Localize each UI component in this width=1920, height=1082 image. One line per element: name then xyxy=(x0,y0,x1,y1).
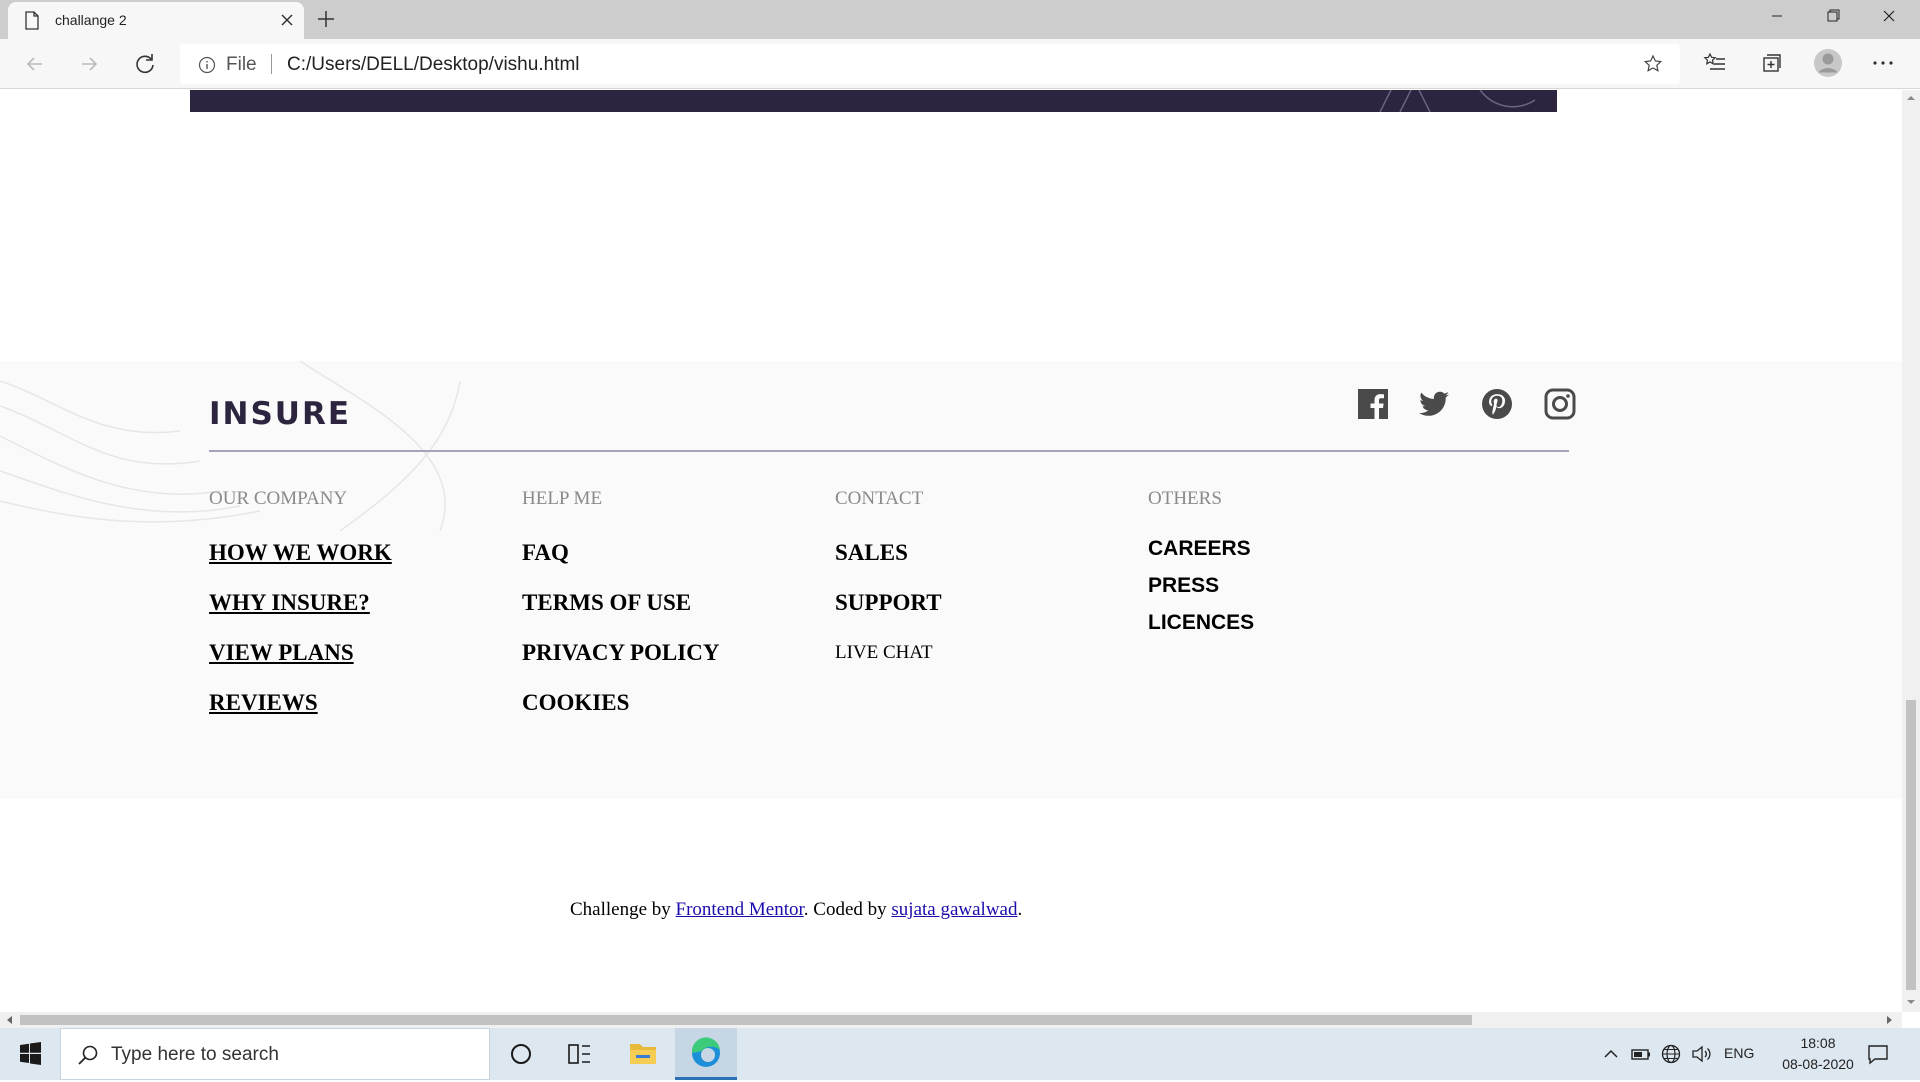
search-placeholder: Type here to search xyxy=(111,1044,279,1065)
pinterest-icon[interactable] xyxy=(1480,387,1514,421)
link-reviews[interactable]: REVIEWS xyxy=(209,678,392,728)
link-press[interactable]: PRESS xyxy=(1148,567,1254,604)
attribution-prefix: Challenge by xyxy=(570,899,676,920)
tab-title: challange 2 xyxy=(55,12,127,28)
column-title: OUR COMPANY xyxy=(209,488,348,509)
clock-time[interactable]: 18:08 xyxy=(1788,1035,1848,1051)
address-bar[interactable]: File C:/Users/DELL/Desktop/vishu.html xyxy=(180,44,1680,84)
tray-chevron-up-icon[interactable] xyxy=(1600,1043,1622,1065)
cta-banner-bottom xyxy=(190,90,1557,112)
frontend-mentor-link[interactable]: Frontend Mentor xyxy=(676,899,804,920)
attribution: Challenge by Frontend Mentor. Coded by s… xyxy=(570,899,1022,921)
footer-logo[interactable]: INSURE xyxy=(209,396,351,432)
link-licences[interactable]: LICENCES xyxy=(1148,604,1254,641)
footer-column-our-company: OUR COMPANY HOW WE WORK WHY INSURE? VIEW… xyxy=(209,488,392,728)
favorites-list-icon[interactable] xyxy=(1702,50,1728,76)
taskbar-search[interactable]: Type here to search xyxy=(60,1028,490,1080)
minimize-icon[interactable] xyxy=(1749,0,1805,32)
browser-toolbar: File C:/Users/DELL/Desktop/vishu.html xyxy=(0,39,1920,89)
column-title: CONTACT xyxy=(835,488,924,509)
more-options-icon[interactable] xyxy=(1870,50,1896,76)
notifications-icon[interactable] xyxy=(1866,1042,1890,1066)
close-icon[interactable] xyxy=(278,11,296,29)
edge-icon xyxy=(691,1037,720,1067)
search-icon xyxy=(78,1045,98,1065)
link-support[interactable]: SUPPORT xyxy=(835,578,942,628)
author-link[interactable]: sujata gawalwad xyxy=(891,899,1017,920)
attribution-middle: . Coded by xyxy=(803,899,892,920)
instagram-icon[interactable] xyxy=(1543,387,1577,421)
task-view-icon[interactable] xyxy=(548,1028,610,1080)
scheme-label: File xyxy=(226,54,257,75)
facebook-icon[interactable] xyxy=(1356,387,1390,421)
address-separator xyxy=(271,54,272,74)
page-viewport: INSURE OUR COMPANY HOW WE WORK WHY INSUR… xyxy=(0,90,1902,1012)
horizontal-scroll-thumb[interactable] xyxy=(20,1015,1472,1025)
link-list: HOW WE WORK WHY INSURE? VIEW PLANS REVIE… xyxy=(209,528,392,728)
vertical-scrollbar[interactable] xyxy=(1902,90,1920,1012)
input-language[interactable]: ENG xyxy=(1724,1045,1754,1061)
attribution-suffix: . xyxy=(1017,899,1023,920)
back-icon[interactable] xyxy=(20,49,50,79)
link-live-chat[interactable]: LIVE CHAT xyxy=(835,628,942,678)
column-title: HELP ME xyxy=(522,488,603,509)
scroll-left-arrow-icon[interactable] xyxy=(5,1015,15,1025)
favorite-star-icon[interactable] xyxy=(1643,54,1663,74)
footer-divider xyxy=(209,450,1569,452)
refresh-icon[interactable] xyxy=(130,49,160,79)
volume-icon[interactable] xyxy=(1690,1043,1712,1065)
battery-icon[interactable] xyxy=(1630,1043,1652,1065)
link-view-plans[interactable]: VIEW PLANS xyxy=(209,628,392,678)
site-footer: INSURE OUR COMPANY HOW WE WORK WHY INSUR… xyxy=(0,361,1902,799)
column-title: OTHERS xyxy=(1148,488,1222,509)
forward-icon[interactable] xyxy=(74,49,104,79)
page-icon xyxy=(25,11,39,30)
link-how-we-work[interactable]: HOW WE WORK xyxy=(209,528,392,578)
link-faq[interactable]: FAQ xyxy=(522,528,719,578)
link-privacy-policy[interactable]: PRIVACY POLICY xyxy=(522,628,719,678)
horizontal-scrollbar[interactable] xyxy=(0,1012,1902,1028)
footer-column-contact: CONTACT SALES SUPPORT LIVE CHAT xyxy=(835,488,942,678)
scroll-down-arrow-icon[interactable] xyxy=(1907,998,1915,1006)
clock-date[interactable]: 08-08-2020 xyxy=(1768,1056,1868,1072)
info-icon[interactable] xyxy=(198,56,216,74)
vertical-scroll-thumb[interactable] xyxy=(1906,700,1916,990)
link-cookies[interactable]: COOKIES xyxy=(522,678,719,728)
browser-tab[interactable]: challange 2 xyxy=(8,2,304,39)
collections-icon[interactable] xyxy=(1759,50,1785,76)
scroll-up-arrow-icon[interactable] xyxy=(1907,94,1915,102)
file-explorer-icon[interactable] xyxy=(612,1028,674,1080)
window-close-icon[interactable] xyxy=(1861,0,1917,32)
edge-taskbar-button[interactable] xyxy=(675,1028,737,1080)
new-tab-icon[interactable] xyxy=(316,9,336,29)
link-terms-of-use[interactable]: TERMS OF USE xyxy=(522,578,719,628)
scroll-right-arrow-icon[interactable] xyxy=(1884,1015,1894,1025)
link-careers[interactable]: CAREERS xyxy=(1148,530,1254,567)
footer-column-help-me: HELP ME FAQ TERMS OF USE PRIVACY POLICY … xyxy=(522,488,719,728)
profile-avatar-icon[interactable] xyxy=(1812,47,1844,79)
restore-icon[interactable] xyxy=(1805,0,1861,32)
banner-pattern xyxy=(1379,90,1536,112)
windows-start-icon[interactable] xyxy=(0,1028,60,1080)
footer-column-others: OTHERS CAREERS PRESS LICENCES xyxy=(1148,488,1254,641)
link-list: CAREERS PRESS LICENCES xyxy=(1148,530,1254,641)
url-text[interactable]: C:/Users/DELL/Desktop/vishu.html xyxy=(287,54,580,76)
tab-strip: challange 2 xyxy=(0,0,1920,39)
network-globe-icon[interactable] xyxy=(1660,1043,1682,1065)
cortana-icon[interactable] xyxy=(490,1028,552,1080)
link-list: SALES SUPPORT LIVE CHAT xyxy=(835,528,942,678)
link-list: FAQ TERMS OF USE PRIVACY POLICY COOKIES xyxy=(522,528,719,728)
link-sales[interactable]: SALES xyxy=(835,528,942,578)
link-why-insure[interactable]: WHY INSURE? xyxy=(209,578,392,628)
twitter-icon[interactable] xyxy=(1417,387,1451,421)
windows-taskbar: Type here to search ENG 18:08 08-08-2020 xyxy=(0,1028,1920,1080)
